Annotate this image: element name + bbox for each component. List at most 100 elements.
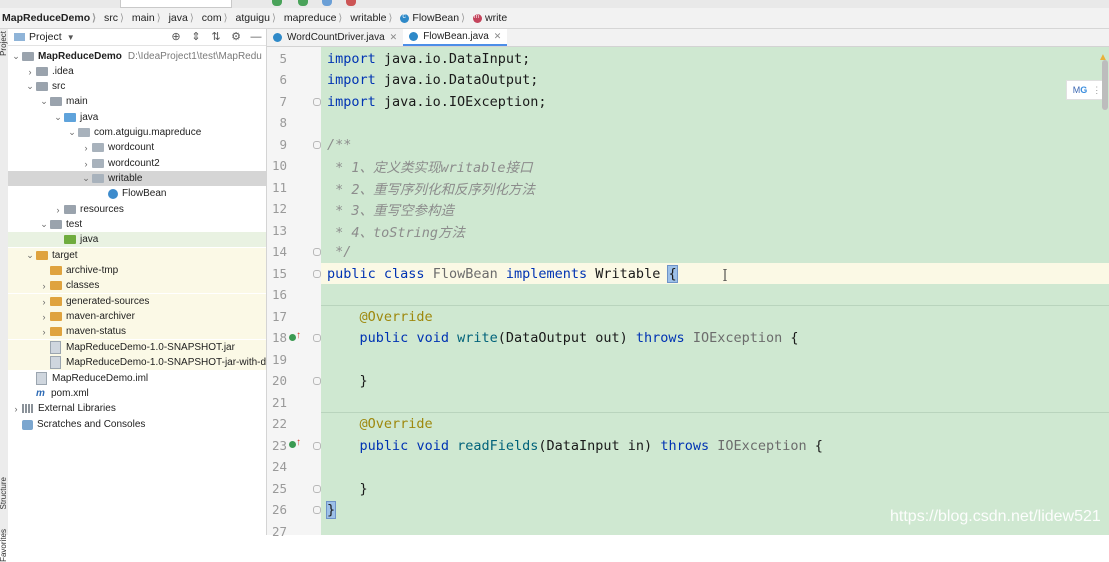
collapse-all-icon[interactable]: ⇅ [206, 29, 226, 45]
chevron-down-icon[interactable]: ⌄ [38, 96, 50, 107]
close-icon[interactable]: ✕ [494, 31, 502, 42]
tree-item-writable[interactable]: ⌄ writable [8, 171, 266, 186]
excluded-folder-icon [50, 312, 62, 321]
breadcrumb-mapreduce[interactable]: mapreduce ⟩ [280, 12, 346, 24]
code-token: (DataInput in) [538, 437, 653, 454]
minimize-icon[interactable]: — [246, 29, 266, 45]
tree-item-maven-archiver[interactable]: › maven-archiver [8, 309, 266, 324]
favorites-tool-tab[interactable]: Favorites [0, 529, 8, 562]
panel-title[interactable]: Project [29, 31, 62, 43]
line-number: 20 [271, 373, 287, 389]
chevron-right-icon[interactable]: › [10, 404, 22, 414]
chevron-down-icon[interactable]: ⌄ [10, 51, 22, 62]
tree-item-resources[interactable]: › resources [8, 202, 266, 217]
breadcrumb-atguigu[interactable]: atguigu ⟩ [232, 12, 280, 24]
chevron-right-icon: ⟩ [92, 12, 97, 24]
code-token: } [359, 480, 368, 497]
line-number: 23 [271, 438, 287, 454]
line-number: 7 [279, 94, 287, 110]
editor-scrollbar[interactable] [1102, 60, 1108, 110]
run-icon[interactable] [272, 0, 282, 6]
breadcrumb-src[interactable]: src ⟩ [100, 12, 128, 24]
tree-item-maven-status[interactable]: › maven-status [8, 324, 266, 339]
tree-item-classes[interactable]: › classes [8, 278, 266, 293]
tab-flowbean[interactable]: FlowBean.java ✕ [403, 29, 508, 46]
breadcrumb-com[interactable]: com ⟩ [198, 12, 232, 24]
tree-item-java[interactable]: ⌄ java [8, 110, 266, 125]
gear-icon[interactable]: ⚙ [226, 29, 246, 45]
tree-item-iml[interactable]: MapReduceDemo.iml [8, 371, 266, 386]
coverage-icon[interactable] [322, 0, 332, 6]
tree-item-pom[interactable]: m pom.xml [8, 386, 266, 401]
tree-item-test[interactable]: ⌄ test [8, 217, 266, 232]
chevron-right-icon[interactable]: › [80, 143, 92, 153]
tree-item-target[interactable]: ⌄ target [8, 248, 266, 263]
breadcrumb-class[interactable]: FlowBean⟩ [396, 12, 469, 24]
line-number: 5 [279, 51, 287, 67]
expand-all-icon[interactable]: ⇕ [186, 29, 206, 45]
tree-item-wordcount2[interactable]: › wordcount2 [8, 156, 266, 171]
debug-icon[interactable] [298, 0, 308, 6]
line-number: 17 [271, 309, 287, 325]
chevron-right-icon[interactable]: › [80, 159, 92, 169]
structure-tool-tab[interactable]: Structure [0, 477, 8, 509]
breadcrumb-method[interactable]: write [469, 12, 511, 24]
tree-item-jar[interactable]: MapReduceDemo-1.0-SNAPSHOT.jar [8, 340, 266, 355]
chevron-right-icon: ⟩ [271, 12, 276, 24]
tree-item-main[interactable]: ⌄ main [8, 94, 266, 109]
project-tool-tab[interactable]: Project [0, 31, 8, 56]
line-number: 6 [279, 72, 287, 88]
code-line: 15 public class FlowBean implements Writa… [267, 263, 1109, 285]
tab-wordcountdriver[interactable]: WordCountDriver.java ✕ [267, 29, 403, 46]
tree-item-generated-sources[interactable]: › generated-sources [8, 294, 266, 309]
tree-item-label: MapReduceDemo-1.0-SNAPSHOT-jar-with-d [66, 357, 267, 368]
close-icon[interactable]: ✕ [390, 32, 398, 43]
tree-item-external-libraries[interactable]: › External Libraries [8, 401, 266, 416]
chevron-right-icon[interactable]: › [38, 327, 50, 337]
tree-item-archive-tmp[interactable]: archive-tmp [8, 263, 266, 278]
chevron-down-icon[interactable]: ⌄ [24, 81, 36, 92]
tree-item-wordcount[interactable]: › wordcount [8, 140, 266, 155]
tree-item-flowbean[interactable]: FlowBean [8, 186, 266, 201]
chevron-down-icon[interactable]: ⌄ [38, 219, 50, 230]
chevron-down-icon[interactable]: ⌄ [24, 250, 36, 261]
breadcrumb-main[interactable]: main ⟩ [128, 12, 165, 24]
tree-item-scratches[interactable]: Scratches and Consoles [8, 417, 266, 432]
tree-item-jar-with-deps[interactable]: MapReduceDemo-1.0-SNAPSHOT-jar-with-d [8, 355, 267, 370]
tree-item-label: MapReduceDemo-1.0-SNAPSHOT.jar [66, 342, 235, 353]
excluded-folder-icon [50, 297, 62, 306]
chevron-down-icon[interactable]: ⌄ [80, 173, 92, 184]
folder-icon [36, 82, 48, 91]
breadcrumb-label: java [168, 12, 188, 24]
tree-item-test-java[interactable]: java [8, 232, 266, 247]
chevron-right-icon[interactable]: › [52, 205, 64, 215]
chevron-down-icon[interactable]: ▼ [67, 33, 75, 42]
locate-file-icon[interactable]: ⊕ [166, 29, 186, 45]
chevron-down-icon[interactable]: ⌄ [52, 112, 64, 123]
chevron-right-icon[interactable]: › [38, 281, 50, 291]
matched-brace: { [667, 264, 678, 283]
package-icon [92, 143, 104, 152]
tree-item-label: target [52, 250, 78, 261]
chevron-right-icon[interactable]: › [24, 67, 36, 77]
chevron-right-icon[interactable]: › [38, 312, 50, 322]
run-config-selector[interactable] [120, 0, 232, 8]
code-line: 19 [267, 349, 1109, 371]
tree-item-project-root[interactable]: ⌄ MapReduceDemo D:\IdeaProject1\test\MapRe… [8, 49, 266, 64]
breadcrumb-label: FlowBean [412, 12, 460, 24]
breadcrumb-writable[interactable]: writable ⟩ [346, 12, 396, 24]
chevron-right-icon[interactable]: › [38, 297, 50, 307]
stop-icon[interactable] [346, 0, 356, 6]
tree-item-package[interactable]: ⌄ com.atguigu.mapreduce [8, 125, 266, 140]
breadcrumb-java[interactable]: java ⟩ [165, 12, 198, 24]
code-line: 7 import java.io.IOException; [267, 91, 1109, 113]
chevron-down-icon[interactable]: ⌄ [66, 127, 78, 138]
tree-item-src[interactable]: ⌄ src [8, 79, 266, 94]
tree-item-idea[interactable]: › .idea [8, 64, 266, 79]
line-number: 10 [271, 158, 287, 174]
breadcrumb-project[interactable]: MapReduceDemo ⟩ [0, 12, 100, 24]
